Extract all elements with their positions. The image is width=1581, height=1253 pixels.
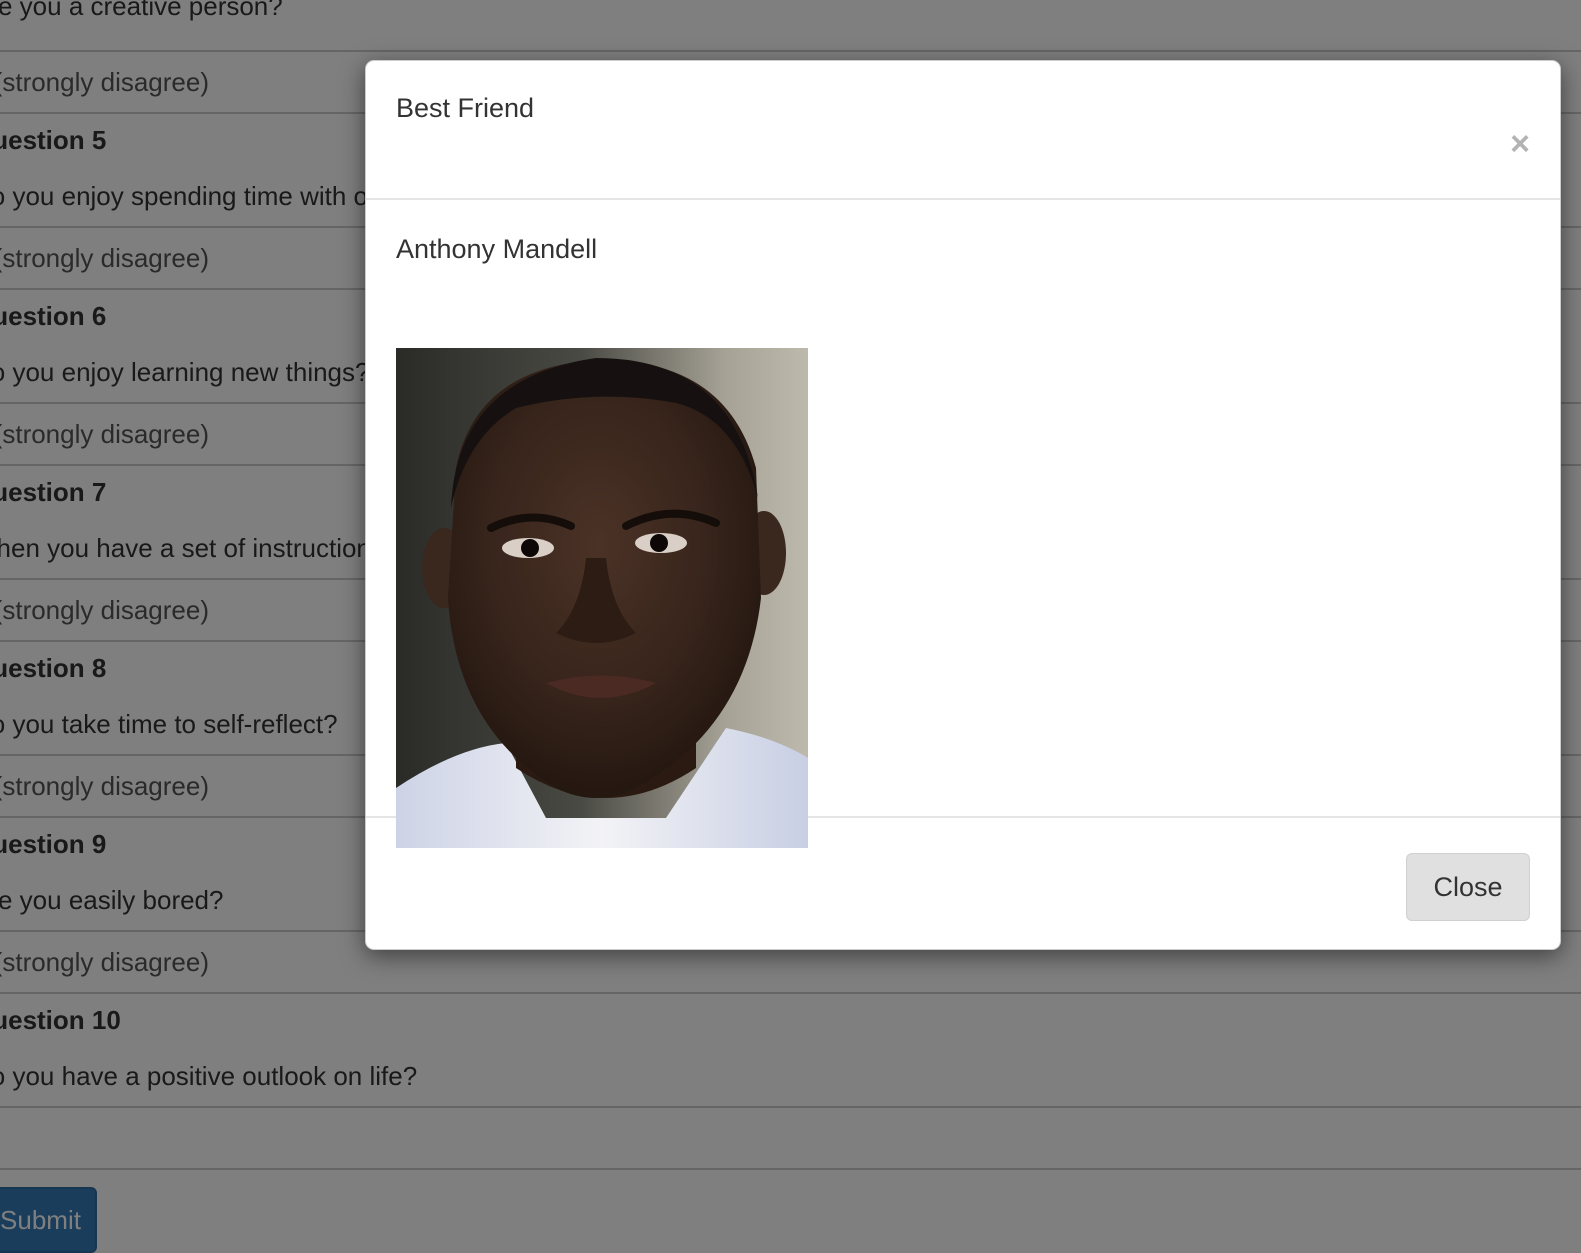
modal-header: Best Friend × (366, 61, 1560, 200)
close-icon[interactable]: × (1510, 127, 1530, 161)
modal-body: Anthony Mandell (366, 200, 1560, 848)
friend-name: Anthony Mandell (396, 234, 598, 264)
page: Are you a creative person? 1 (strongly d… (0, 0, 1581, 1253)
close-button[interactable]: Close (1406, 853, 1530, 921)
friend-photo (396, 348, 808, 848)
modal-dialog: Best Friend × Anthony Mandell Close (365, 60, 1561, 950)
modal-title: Best Friend (396, 93, 535, 123)
